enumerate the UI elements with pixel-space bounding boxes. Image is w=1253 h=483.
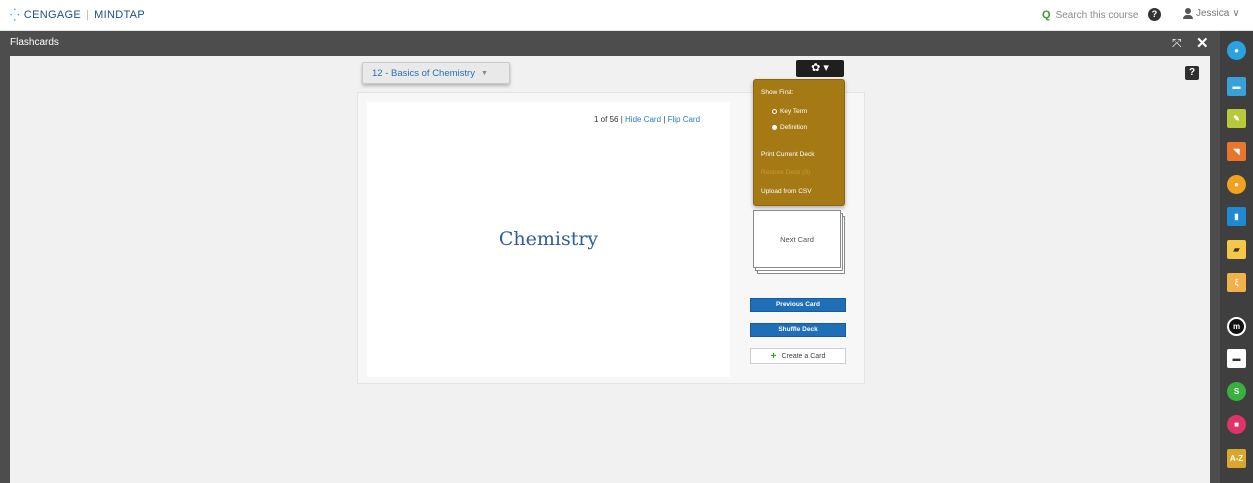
plus-icon: + xyxy=(770,350,777,362)
frame-left-border xyxy=(0,56,10,483)
frame-right-border xyxy=(1210,56,1220,483)
glossary-icon[interactable]: A-Z xyxy=(1227,449,1246,468)
meta-divider: | xyxy=(620,115,623,124)
card-term: Chemistry xyxy=(498,228,599,250)
user-icon xyxy=(1183,8,1193,19)
show-first-label: Show First: xyxy=(761,89,794,96)
expand-icon[interactable]: ⤧ xyxy=(1172,36,1182,51)
refresh-icon[interactable]: ● xyxy=(1227,175,1246,194)
option-key-term[interactable]: Key Term xyxy=(772,108,807,115)
mindapp-icon[interactable]: ● xyxy=(1227,41,1246,60)
panel-title: Flashcards xyxy=(10,37,59,48)
book-icon[interactable]: ▮ xyxy=(1227,207,1246,226)
search-placeholder[interactable]: Search this course xyxy=(1056,10,1139,21)
deck-select[interactable]: 12 - Basics of Chemistry ▼ xyxy=(362,62,510,84)
user-name: Jessica xyxy=(1196,8,1230,19)
m-app-icon[interactable]: m xyxy=(1227,317,1246,336)
card-counter: 1 of 56 xyxy=(594,115,619,124)
search-icon: Q xyxy=(1042,9,1051,21)
user-menu[interactable]: Jessica ∨ xyxy=(1183,8,1240,19)
chevron-down-icon: ∨ xyxy=(1232,8,1240,19)
upload-csv-item[interactable]: Upload from CSV xyxy=(761,188,812,195)
flip-card-link[interactable]: Flip Card xyxy=(668,115,700,124)
settings-dropdown: Show First: Key Term Definition Print Cu… xyxy=(753,79,845,206)
deck-select-value: 12 - Basics of Chemistry xyxy=(372,67,475,79)
note-icon[interactable]: ▰ xyxy=(1227,240,1246,259)
briefcase-icon[interactable]: ▬ xyxy=(1227,77,1246,96)
s-app-icon[interactable]: S xyxy=(1227,382,1246,401)
radio-checked-icon xyxy=(772,124,777,130)
option-definition-label: Definition xyxy=(780,124,808,131)
settings-gear-button[interactable]: ✿ ▾ xyxy=(796,60,844,77)
cengage-logo-icon: ⁛ xyxy=(10,8,20,22)
rss-icon[interactable]: ◥ xyxy=(1227,142,1246,161)
card-meta: 1 of 56 | Hide Card | Flip Card xyxy=(594,115,700,124)
radio-unchecked-icon xyxy=(772,108,777,114)
shuffle-deck-button[interactable]: Shuffle Deck xyxy=(750,323,846,337)
brand-name-mindtap: MINDTAP xyxy=(94,9,145,21)
close-icon[interactable]: ✕ xyxy=(1196,34,1209,52)
option-key-term-label: Key Term xyxy=(780,108,808,115)
previous-card-button[interactable]: Previous Card xyxy=(750,298,846,312)
restore-deck-item: Restore Deck (0) xyxy=(761,169,811,176)
next-card-button[interactable]: Next Card xyxy=(753,210,845,274)
create-card-button[interactable]: + Create a Card xyxy=(750,348,846,364)
gear-icon: ✿ ▾ xyxy=(811,62,829,74)
flashcards-header: Flashcards ⤧ ✕ xyxy=(0,31,1253,56)
chat-icon[interactable]: ▬ xyxy=(1227,349,1246,368)
top-bar: ⁛ CENGAGE | MINDTAP Q Search this course… xyxy=(0,0,1253,31)
app-dock: ● ▬ ✎ ◥ ● ▮ ▰ ξ m ▬ S ■ A-Z xyxy=(1220,31,1253,483)
message-icon[interactable]: ■ xyxy=(1227,415,1246,434)
hide-card-link[interactable]: Hide Card xyxy=(625,115,661,124)
brand-divider: | xyxy=(86,9,90,21)
cengage-mindtap-logo[interactable]: ⁛ CENGAGE | MINDTAP xyxy=(10,8,145,22)
create-card-label: Create a Card xyxy=(781,352,826,360)
option-definition[interactable]: Definition xyxy=(772,124,807,131)
meta-divider: | xyxy=(663,115,666,124)
diagram-icon[interactable]: ξ xyxy=(1227,273,1246,292)
print-deck-item[interactable]: Print Current Deck xyxy=(761,151,814,158)
highlighter-icon[interactable]: ✎ xyxy=(1227,109,1246,128)
course-search[interactable]: Q Search this course xyxy=(1042,9,1138,21)
next-card-face: Next Card xyxy=(753,210,841,268)
next-card-label: Next Card xyxy=(780,234,814,244)
panel-help-icon[interactable]: ? xyxy=(1185,66,1199,80)
help-icon[interactable]: ? xyxy=(1148,8,1161,21)
chevron-down-icon: ▼ xyxy=(480,69,488,77)
brand-name-cengage: CENGAGE xyxy=(23,9,81,21)
